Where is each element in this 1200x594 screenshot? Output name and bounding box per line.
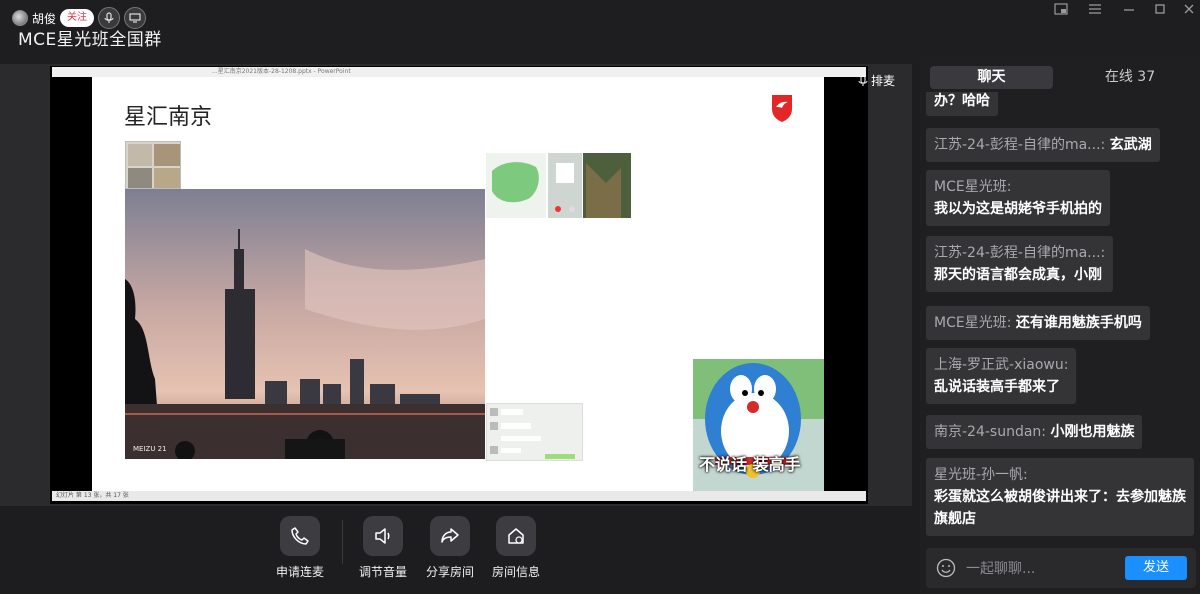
- photo-watermark: MEIZU 21: [133, 445, 167, 453]
- share-room-button[interactable]: 分享房间: [420, 516, 480, 580]
- map-screenshots: [486, 153, 631, 218]
- maximize-icon[interactable]: [1151, 2, 1169, 16]
- chat-message: 星光班-孙一帆: 彩蛋就这么被胡俊讲出来了：去参加魅族旗舰店: [926, 458, 1194, 536]
- volume-label: 调节音量: [358, 565, 407, 579]
- phone-icon: [280, 516, 320, 556]
- follow-button[interactable]: 关注: [60, 9, 95, 27]
- host-info: 胡俊 关注: [12, 7, 147, 29]
- nanjing-skyline-photo: MEIZU 21: [125, 189, 485, 459]
- screen-icon[interactable]: [124, 7, 147, 29]
- queue-button[interactable]: 排麦: [858, 72, 895, 89]
- chat-message: MCE星光班: 还有谁用魅族手机吗: [926, 306, 1150, 340]
- title-bar: MCE星光班全国群: [0, 0, 1200, 64]
- shared-screen: ...星汇南京2021版本-28-1208.pptx - PowerPoint …: [52, 67, 866, 501]
- mic-icon[interactable]: [98, 7, 121, 29]
- share-icon: [430, 516, 470, 556]
- mic-icon: [858, 75, 868, 86]
- chat-message: 上海-罗正武-xiaowu: 乱说话装高手都来了: [926, 348, 1077, 404]
- volume-icon: [363, 516, 403, 556]
- photo-thumbnail: [125, 141, 181, 189]
- close-icon[interactable]: [1180, 2, 1198, 16]
- msi-logo-icon: [772, 95, 792, 122]
- chat-input-bar: 一起聊聊... 发送: [926, 548, 1196, 588]
- host-name: 胡俊: [32, 11, 57, 26]
- chat-list: 办？哈哈 江苏-24-彭程-自律的ma...: 玄武湖 MCE星光班: 我以为这…: [926, 92, 1196, 542]
- control-bar: 申请连麦 调节音量 分享房间 房间信息: [0, 506, 912, 594]
- chat-input[interactable]: 一起聊聊...: [966, 558, 1035, 578]
- chat-message: 办？哈哈: [926, 92, 998, 116]
- slide: 星汇南京 MEIZU 21 不说话 装高手: [92, 77, 824, 491]
- room-title: MCE星光班全国群: [18, 30, 162, 50]
- room-info-label: 房间信息: [491, 565, 540, 579]
- room-info-icon: [496, 516, 536, 556]
- picture-in-picture-icon[interactable]: [1052, 2, 1070, 16]
- chat-message: 江苏-24-彭程-自律的ma...: 那天的语言都会成真，小刚: [926, 236, 1114, 292]
- chat-message: 南京-24-sundan: 小刚也用魅族: [926, 415, 1143, 449]
- chat-screenshot: [486, 403, 583, 461]
- menu-icon[interactable]: [1086, 2, 1104, 16]
- minimize-icon[interactable]: [1120, 2, 1138, 16]
- apply-mic-button[interactable]: 申请连麦: [270, 516, 330, 580]
- slide-title: 星汇南京: [124, 105, 213, 130]
- doraemon-meme: 不说话 装高手: [693, 359, 824, 491]
- ppt-status-bar: 幻灯片 第 13 张，共 17 张: [52, 491, 866, 501]
- tab-chat[interactable]: 聊天: [930, 66, 1053, 89]
- apply-mic-label: 申请连麦: [275, 565, 324, 579]
- panel-tabs: 聊天 在线 37: [930, 66, 1194, 90]
- share-room-label: 分享房间: [425, 565, 474, 579]
- ppt-title: ...星汇南京2021版本-28-1208.pptx - PowerPoint: [52, 67, 866, 77]
- chat-panel: 聊天 在线 37 办？哈哈 江苏-24-彭程-自律的ma...: 玄武湖 MCE…: [920, 56, 1200, 594]
- meme-caption: 不说话 装高手: [699, 455, 801, 474]
- room-info-button[interactable]: 房间信息: [486, 516, 546, 580]
- send-button[interactable]: 发送: [1125, 556, 1187, 580]
- chat-message: 江苏-24-彭程-自律的ma...: 玄武湖: [926, 128, 1160, 162]
- emoji-icon[interactable]: [936, 558, 956, 578]
- queue-label: 排麦: [871, 74, 896, 88]
- chat-message: MCE星光班: 我以为这是胡姥爷手机拍的: [926, 170, 1110, 226]
- live-room-window: MCE星光班全国群 ...星汇南京2021版本-28-1208.pptx - P…: [0, 0, 1200, 594]
- host-avatar[interactable]: [12, 10, 28, 26]
- tab-online[interactable]: 在线 37: [1070, 66, 1190, 89]
- volume-button[interactable]: 调节音量: [353, 516, 413, 580]
